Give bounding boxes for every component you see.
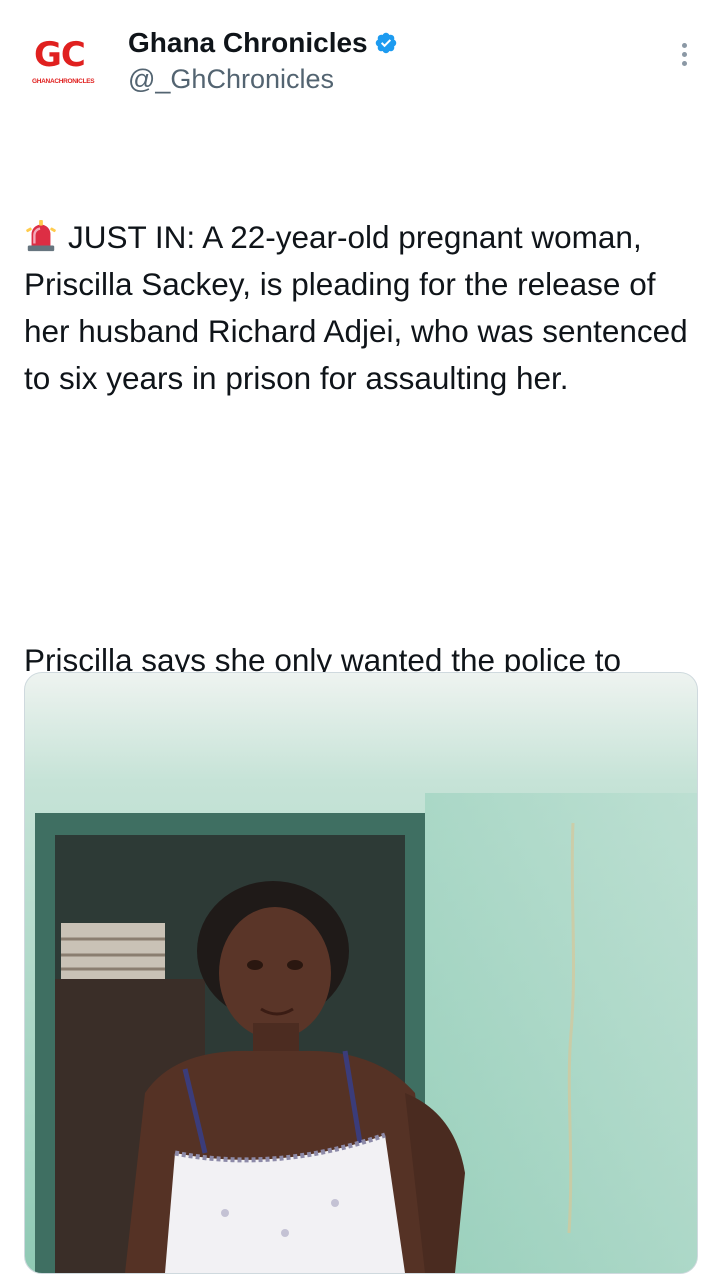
more-options-icon[interactable] — [672, 40, 696, 70]
photo-woman-doorway — [25, 673, 697, 1273]
avatar-logo-text: GC — [34, 35, 86, 75]
tweet-paragraph-1-text: JUST IN: A 22-year-old pregnant woman, P… — [24, 219, 697, 396]
police-siren-emoji — [26, 219, 56, 252]
display-name[interactable]: Ghana Chronicles — [128, 26, 368, 60]
tweet-photo[interactable] — [24, 672, 698, 1274]
name-row: Ghana Chronicles — [128, 26, 398, 60]
tweet-card[interactable]: GC GHANACHRONICLES Ghana Chronicles @_Gh… — [0, 0, 720, 1274]
account-handle[interactable]: @_GhChronicles — [128, 62, 334, 96]
avatar[interactable]: GC GHANACHRONICLES — [26, 32, 102, 92]
verified-badge-icon — [375, 32, 396, 54]
tweet-paragraph-1: JUST IN: A 22-year-old pregnant woman, P… — [24, 214, 704, 402]
tweet-header: GC GHANACHRONICLES Ghana Chronicles @_Gh… — [26, 22, 696, 102]
avatar-logo-subtext: GHANACHRONICLES — [32, 78, 95, 85]
